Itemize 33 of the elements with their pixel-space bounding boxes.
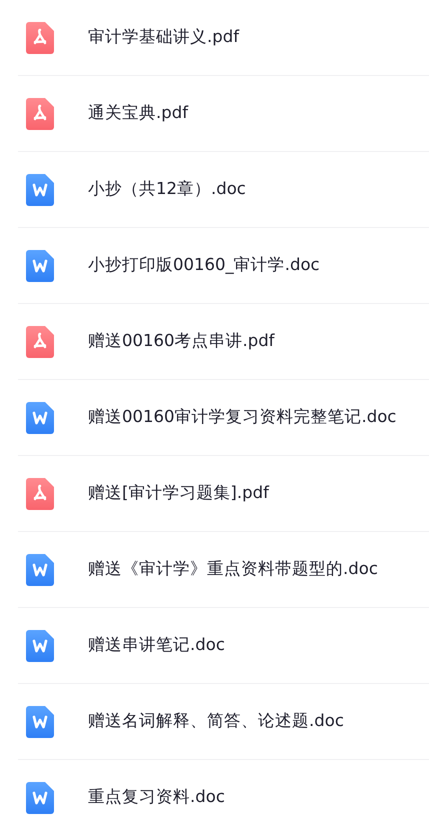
- file-row[interactable]: 赠送00160考点串讲.pdf: [18, 304, 429, 380]
- file-row[interactable]: 赠送《审计学》重点资料带题型的.doc: [18, 532, 429, 608]
- file-name: 赠送《审计学》重点资料带题型的.doc: [88, 558, 378, 580]
- document-icon: [26, 706, 54, 738]
- file-name: 赠送[审计学习题集].pdf: [88, 482, 269, 504]
- pdf-file-icon: [26, 326, 54, 358]
- document-icon: [26, 782, 54, 814]
- pdf-file-icon: [26, 478, 54, 510]
- file-row[interactable]: 赠送[审计学习题集].pdf: [18, 456, 429, 532]
- file-name: 赠送00160考点串讲.pdf: [88, 330, 274, 352]
- file-name: 赠送名词解释、简答、论述题.doc: [88, 710, 344, 732]
- file-name: 赠送串讲笔记.doc: [88, 634, 225, 656]
- document-icon: [26, 630, 54, 662]
- file-row[interactable]: 赠送名词解释、简答、论述题.doc: [18, 684, 429, 760]
- file-name: 重点复习资料.doc: [88, 786, 225, 808]
- file-row[interactable]: 赠送00160审计学复习资料完整笔记.doc: [18, 380, 429, 456]
- file-row[interactable]: 小抄（共12章）.doc: [18, 152, 429, 228]
- file-row[interactable]: 小抄打印版00160_审计学.doc: [18, 228, 429, 304]
- pdf-file-icon: [26, 22, 54, 54]
- document-icon: [26, 250, 54, 282]
- pdf-file-icon: [26, 98, 54, 130]
- document-icon: [26, 174, 54, 206]
- file-row[interactable]: 赠送串讲笔记.doc: [18, 608, 429, 684]
- document-icon: [26, 402, 54, 434]
- file-name: 小抄打印版00160_审计学.doc: [88, 254, 320, 276]
- file-name: 审计学基础讲义.pdf: [88, 26, 240, 48]
- file-row[interactable]: 重点复习资料.doc: [18, 760, 429, 820]
- file-name: 赠送00160审计学复习资料完整笔记.doc: [88, 406, 396, 428]
- file-name: 小抄（共12章）.doc: [88, 178, 246, 200]
- file-name: 通关宝典.pdf: [88, 102, 188, 124]
- file-row[interactable]: 通关宝典.pdf: [18, 76, 429, 152]
- file-row[interactable]: 审计学基础讲义.pdf: [18, 0, 429, 76]
- document-icon: [26, 554, 54, 586]
